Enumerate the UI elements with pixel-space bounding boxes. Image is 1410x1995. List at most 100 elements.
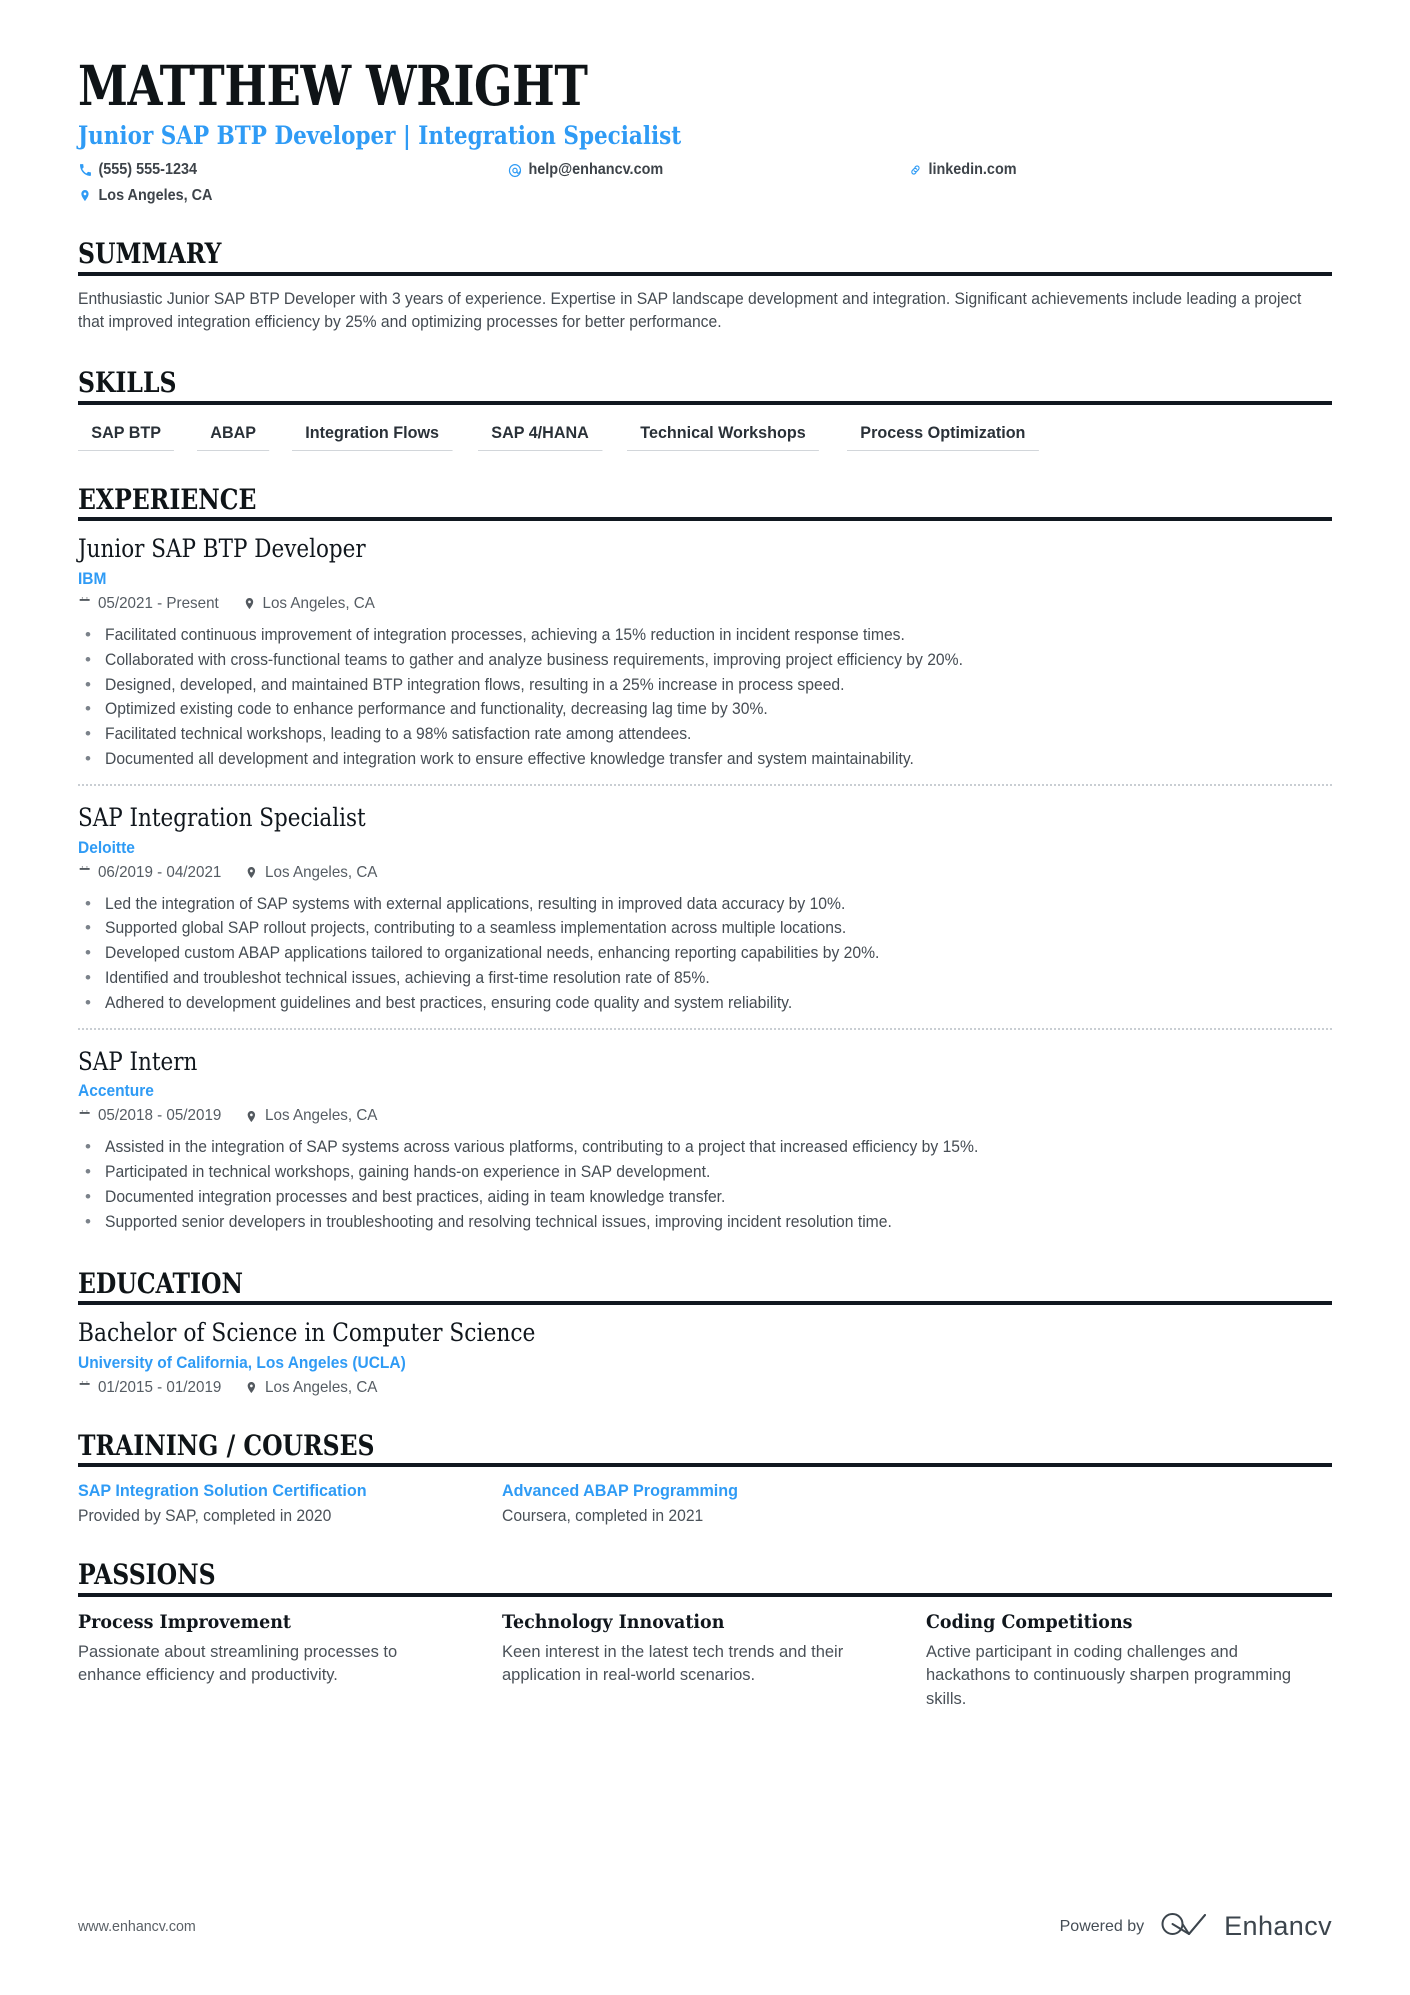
responsibility-text: Led the integration of SAP systems with … [105, 894, 846, 913]
resume-header: MATTHEW WRIGHT Junior SAP BTP Developer … [78, 56, 1332, 205]
education-list: Bachelor of Science in Computer Science U… [78, 1305, 1332, 1397]
entry-location: Los Angeles, CA [265, 1107, 378, 1125]
section-summary: SUMMARY Enthusiastic Junior SAP BTP Deve… [78, 239, 1332, 334]
contact-location-text: Los Angeles, CA [98, 186, 213, 204]
responsibility-item: • Adhered to development guidelines and b… [78, 991, 1332, 1016]
entry-location: Los Angeles, CA [262, 594, 375, 612]
responsibility-text: Designed, developed, and maintained BTP … [105, 675, 845, 694]
responsibility-list: • Led the integration of SAP systems with… [78, 892, 1332, 1016]
training-name: SAP Integration Solution Certification [78, 1481, 367, 1501]
training-item: SAP Integration Solution Certification P… [78, 1481, 502, 1526]
bullet-dot-icon: • [85, 967, 91, 987]
candidate-name: MATTHEW WRIGHT [78, 53, 588, 118]
passion-description: Keen interest in the latest tech trends … [502, 1643, 844, 1685]
bullet-dot-icon: • [85, 893, 91, 913]
school-name[interactable]: University of California, Los Angeles (U… [78, 1354, 1257, 1373]
skill-chip: SAP BTP [78, 421, 175, 451]
contact-linkedin-text: linkedin.com [928, 161, 1017, 179]
contact-email[interactable]: help@enhancv.com [508, 160, 880, 179]
contact-phone-text: (555) 555-1234 [98, 161, 198, 179]
location-icon [245, 1109, 258, 1124]
link-icon [908, 163, 922, 178]
resume-footer: www.enhancv.com Powered by Enhancv [78, 1910, 1332, 1943]
responsibility-text: Optimized existing code to enhance perfo… [105, 700, 768, 719]
responsibility-text: Facilitated continuous improvement of in… [105, 625, 905, 644]
responsibility-item: • Designed, developed, and maintained BTP… [78, 673, 1332, 698]
skill-chip: ABAP [197, 421, 270, 451]
training-description: Provided by SAP, completed in 2020 [78, 1507, 332, 1526]
email-icon [508, 163, 522, 178]
bullet-dot-icon: • [85, 724, 91, 744]
responsibility-text: Collaborated with cross-functional teams… [105, 650, 963, 669]
company-name[interactable]: Accenture [78, 1082, 1257, 1101]
experience-entry: SAP Intern Accenture 05/2018 - 05/2019 Los … [78, 1027, 1332, 1235]
bullet-dot-icon: • [85, 1137, 91, 1157]
training-description: Coursera, completed in 2021 [502, 1507, 704, 1526]
responsibility-item: • Participated in technical workshops, ga… [78, 1160, 1332, 1185]
education-entry: Bachelor of Science in Computer Science U… [78, 1305, 1332, 1397]
powered-by-label: Powered by [1059, 1917, 1145, 1935]
passion-item: Process Improvement Passionate about str… [78, 1611, 502, 1711]
responsibility-item: • Optimized existing code to enhance perf… [78, 697, 1332, 722]
responsibility-text: Adhered to development guidelines and be… [105, 993, 793, 1012]
responsibility-text: Supported senior developers in troublesh… [105, 1212, 892, 1231]
skill-chip: Integration Flows [291, 421, 452, 451]
entry-meta: 06/2019 - 04/2021 Los Angeles, CA [78, 864, 1269, 882]
bullet-dot-icon: • [85, 674, 91, 694]
responsibility-text: Developed custom ABAP applications tailo… [105, 944, 880, 963]
passion-description: Active participant in coding challenges … [926, 1643, 1292, 1708]
location-icon [78, 188, 92, 203]
responsibility-text: Identified and troubleshot technical iss… [105, 968, 710, 987]
responsibility-text: Assisted in the integration of SAP syste… [105, 1138, 979, 1157]
passion-title: Process Improvement [78, 1610, 291, 1633]
section-title-skills: SKILLS [78, 366, 177, 400]
passion-description: Passionate about streamlining processes … [78, 1643, 398, 1685]
section-title-education: EDUCATION [78, 1266, 244, 1300]
job-title: SAP Integration Specialist [78, 802, 366, 832]
section-training: TRAINING / COURSES SAP Integration Solut… [78, 1428, 1332, 1526]
contact-linkedin[interactable]: linkedin.com [908, 160, 1302, 179]
enhancv-mark-icon [1160, 1910, 1214, 1943]
experience-entry: Junior SAP BTP Developer IBM 05/2021 - Pre… [78, 521, 1332, 772]
entry-dates: 01/2015 - 01/2019 [97, 1378, 222, 1396]
entry-dates: 06/2019 - 04/2021 [97, 863, 222, 881]
resume-page: MATTHEW WRIGHT Junior SAP BTP Developer … [0, 0, 1410, 1995]
section-title-experience: EXPERIENCE [78, 482, 257, 516]
section-passions: PASSIONS Process Improvement Passionate … [78, 1560, 1332, 1710]
section-title-training: TRAINING / COURSES [78, 1428, 375, 1462]
footer-url[interactable]: www.enhancv.com [78, 1918, 196, 1935]
contact-email-text: help@enhancv.com [528, 161, 664, 179]
bullet-dot-icon: • [85, 649, 91, 669]
responsibility-item: • Collaborated with cross-functional team… [78, 648, 1332, 673]
calendar-icon [78, 596, 91, 611]
location-icon [245, 1380, 258, 1395]
responsibility-item: • Documented integration processes and be… [78, 1185, 1332, 1210]
passions-list: Process Improvement Passionate about str… [78, 1611, 1332, 1711]
training-item: Advanced ABAP Programming Coursera, comp… [502, 1481, 1332, 1526]
responsibility-item: • Identified and troubleshot technical is… [78, 966, 1332, 991]
skill-chip: Technical Workshops [626, 421, 819, 451]
contact-phone[interactable]: (555) 555-1234 [78, 160, 478, 179]
entry-meta: 05/2021 - Present Los Angeles, CA [78, 595, 1269, 613]
entry-meta: 01/2015 - 01/2019 Los Angeles, CA [78, 1379, 1269, 1397]
experience-list: Junior SAP BTP Developer IBM 05/2021 - Pre… [78, 521, 1332, 1234]
experience-entry: SAP Integration Specialist Deloitte 06/201… [78, 783, 1332, 1016]
contact-details: (555) 555-1234 help@enhancv.com linkedin… [78, 160, 1332, 205]
job-title: Junior SAP BTP Developer [78, 534, 366, 564]
company-name[interactable]: Deloitte [78, 839, 1257, 858]
bullet-dot-icon: • [85, 624, 91, 644]
section-education: EDUCATION Bachelor of Science in Compute… [78, 1266, 1332, 1397]
entry-meta: 05/2018 - 05/2019 Los Angeles, CA [78, 1107, 1269, 1125]
phone-icon [78, 163, 92, 178]
passion-title: Technology Innovation [502, 1610, 725, 1633]
passion-item: Technology Innovation Keen interest in t… [502, 1611, 926, 1711]
bullet-dot-icon: • [85, 943, 91, 963]
location-icon [245, 865, 258, 880]
company-name[interactable]: IBM [78, 570, 1257, 589]
entry-dates: 05/2018 - 05/2019 [97, 1107, 222, 1125]
section-experience: EXPERIENCE Junior SAP BTP Developer IBM 05… [78, 482, 1332, 1235]
calendar-icon [78, 1380, 91, 1395]
degree-title: Bachelor of Science in Computer Science [78, 1317, 536, 1347]
entry-dates: 05/2021 - Present [97, 594, 219, 612]
skill-chip: Process Optimization [847, 421, 1039, 451]
